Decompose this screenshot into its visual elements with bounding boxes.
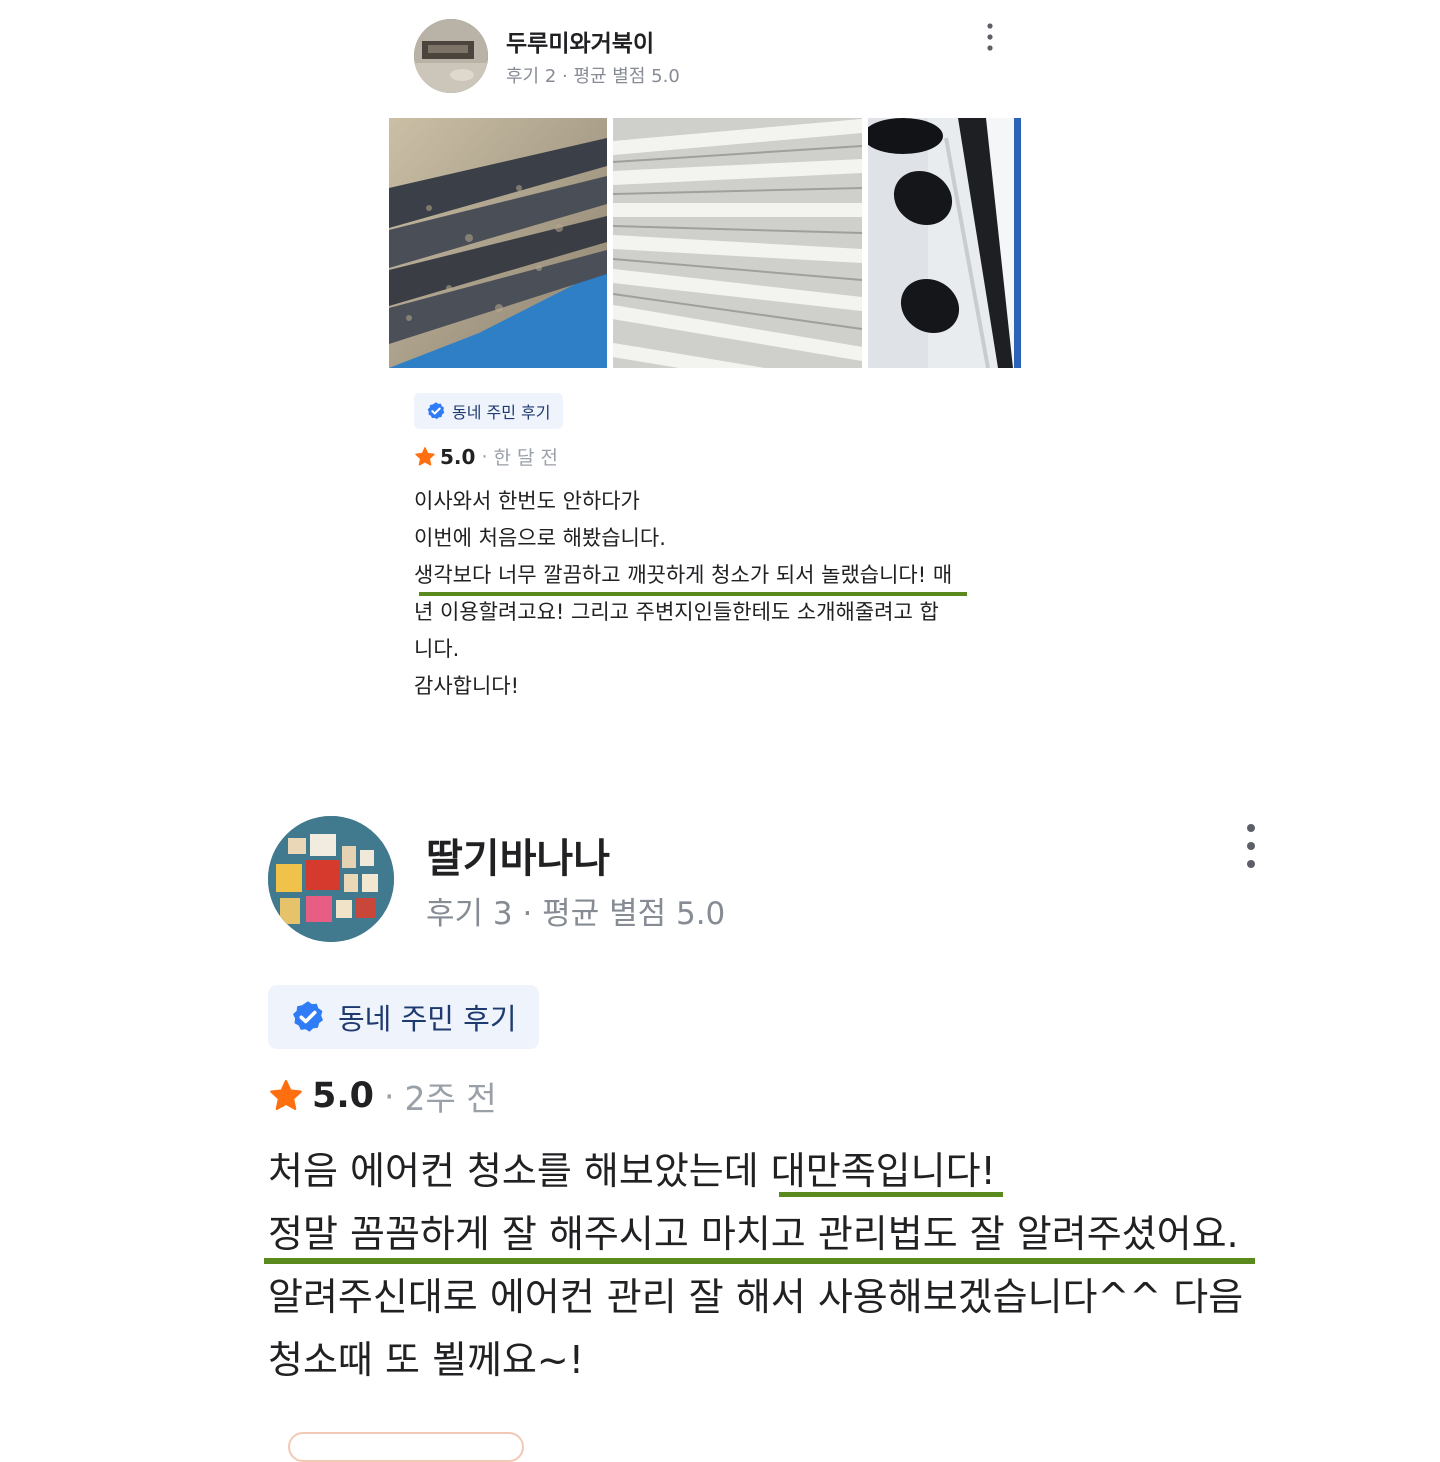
review-text: 처음 에어컨 청소를 해보았는데 대만족입니다! 정말 꼼꼼하게 잘 해주시고 … (268, 1140, 1268, 1392)
next-review-peek (288, 1432, 524, 1462)
neighbor-review-badge: 동네 주민 후기 (414, 393, 563, 429)
highlight-underline (779, 1192, 1003, 1197)
review-line: 니다. (414, 637, 460, 661)
neighbor-review-badge: 동네 주민 후기 (268, 985, 539, 1049)
review-line: 알려주신대로 에어컨 관리 잘 해서 사용해보겠습니다^^ 다음 (268, 1275, 1244, 1319)
review-line: 청소때 또 뵐께요~! (268, 1338, 584, 1382)
review-photo-2[interactable] (613, 118, 862, 368)
rating-score: 5.0 (440, 444, 476, 469)
review-line: 이번에 처음으로 해봤습니다. (414, 526, 666, 550)
highlight-underline (264, 1258, 1255, 1264)
meta-separator: · (384, 1076, 395, 1116)
star-icon (415, 446, 435, 466)
review-photos (389, 118, 1021, 368)
review-line: 이사와서 한번도 안하다가 (414, 489, 640, 513)
verified-check-icon (427, 402, 445, 420)
verified-check-icon (293, 1001, 323, 1032)
reviewer-stats: 후기 3 · 평균 별점 5.0 (426, 896, 726, 932)
badge-label: 동네 주민 후기 (452, 403, 551, 422)
meta-separator: · (481, 445, 488, 468)
review-line: 처음 에어컨 청소를 해보았는데 대만족입니다! (268, 1149, 996, 1193)
reviewer-name[interactable]: 딸기바나나 (426, 826, 610, 884)
review-photo-1[interactable] (389, 118, 607, 368)
more-vertical-icon[interactable] (976, 20, 1004, 54)
review-time: 2주 전 (404, 1079, 497, 1118)
review-line: 정말 꼼꼼하게 잘 해주시고 마치고 관리법도 잘 알려주셨어요. (268, 1212, 1239, 1256)
highlight-underline (419, 592, 967, 596)
rating-score: 5.0 (312, 1076, 375, 1116)
review-photo-3[interactable] (868, 118, 1021, 368)
rating-row: 5.0 · 2주 전 (268, 1072, 497, 1120)
review-line: 년 이용할려고요! 그리고 주변지인들한테도 소개해줄려고 합 (414, 600, 939, 624)
badge-label: 동네 주민 후기 (338, 1002, 517, 1036)
rating-row: 5.0 · 한 달 전 (414, 443, 558, 470)
reviewer-avatar[interactable] (414, 19, 488, 93)
review-line: 생각보다 너무 깔끔하고 깨끗하게 청소가 되서 놀랬습니다! 매 (414, 563, 953, 587)
review-line: 감사합니다! (414, 674, 520, 698)
reviewer-stats: 후기 2 · 평균 별점 5.0 (506, 66, 680, 87)
reviewer-name[interactable]: 두루미와거북이 (506, 24, 654, 58)
reviewer-avatar[interactable] (268, 816, 394, 942)
star-icon (270, 1079, 302, 1111)
more-vertical-icon[interactable] (1234, 822, 1268, 872)
review-time: 한 달 전 (493, 447, 559, 469)
